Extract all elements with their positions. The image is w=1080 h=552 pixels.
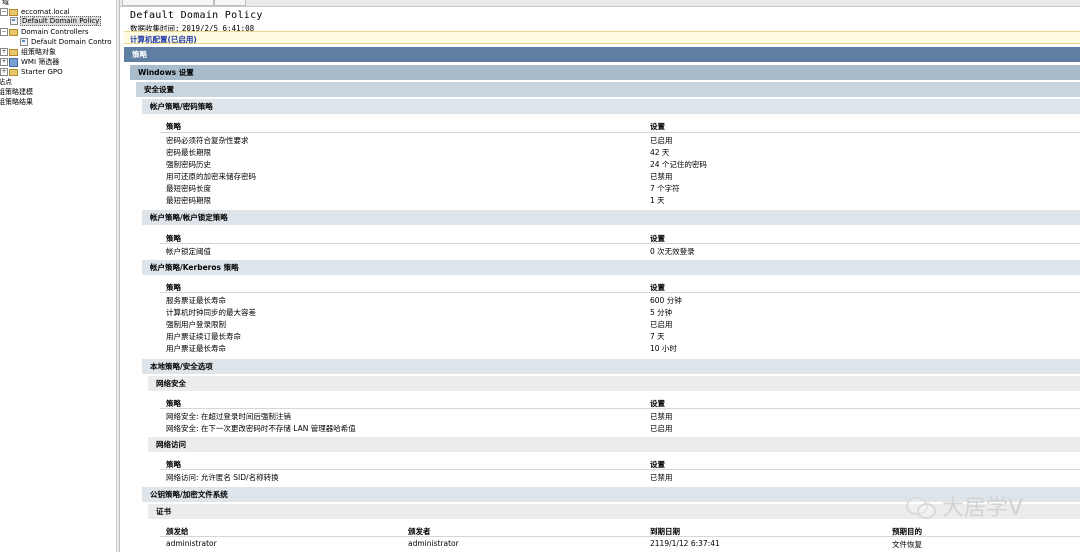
col-header-policy: 策略 [166, 122, 181, 131]
policy-setting: 已禁用 [650, 473, 673, 482]
section-windows-settings[interactable]: Windows 设置 [130, 65, 1080, 80]
policy-name: 网络访问: 允许匿名 SID/名称转换 [166, 473, 279, 482]
policy-name: 网络安全: 在超过登录时间后强制注销 [166, 412, 291, 421]
tree-item-label: 组策略对象 [21, 48, 56, 56]
gpo-link-icon [20, 38, 28, 46]
section-policies[interactable]: 策略 [124, 47, 1080, 62]
policy-setting: 已启用 [650, 320, 673, 329]
folder-icon [9, 68, 18, 76]
tree-item-label: 域 [2, 0, 9, 6]
section-label: 公钥策略/加密文件系统 [150, 490, 228, 499]
policy-setting: 已禁用 [650, 412, 673, 421]
section-network-security[interactable]: 网络安全 [148, 376, 1080, 391]
computer-config-header[interactable]: 计算机配置(已启用) [124, 31, 1080, 44]
watermark: 大居学V [904, 490, 1023, 522]
section-label: 证书 [156, 507, 171, 516]
policy-name: 强制用户登录限制 [166, 320, 226, 329]
tree-item-label: 组策略建模 [0, 88, 33, 96]
policy-setting: 5 分钟 [650, 308, 673, 317]
section-label: 网络访问 [156, 440, 186, 449]
wechat-icon [904, 493, 936, 519]
section-label: 安全设置 [144, 85, 174, 94]
policy-setting: 已启用 [650, 136, 673, 145]
tree-item-wmi-filters[interactable]: + WMI 筛选器 [0, 57, 60, 67]
expand-icon[interactable]: + [0, 68, 8, 76]
tree-item-modeling[interactable]: 组策略建模 [0, 87, 34, 97]
expand-icon[interactable]: + [0, 48, 8, 56]
section-label: 本地策略/安全选项 [150, 362, 213, 371]
cert-purpose: 文件恢复 [892, 540, 922, 549]
section-label: 帐户策略/Kerberos 策略 [150, 263, 239, 272]
tree-item-domain-controllers[interactable]: − Domain Controllers [0, 27, 89, 37]
policy-name: 用户票证续订最长寿命 [166, 332, 241, 341]
tree-item-label: WMI 筛选器 [21, 58, 60, 66]
col-header-setting: 设置 [650, 122, 665, 131]
section-label: 帐户策略/帐户锁定策略 [150, 213, 228, 222]
tree-item-domains[interactable]: 域 [1, 0, 10, 7]
tree-item-label: Default Domain Contro [31, 38, 112, 46]
policy-name: 服务票证最长寿命 [166, 296, 226, 305]
policy-name: 用可还原的加密来储存密码 [166, 172, 256, 181]
tree-item-label: Default Domain Policy [20, 16, 102, 26]
policy-setting: 42 天 [650, 148, 670, 157]
folder-icon [9, 48, 18, 56]
tree-item-gpo-objects[interactable]: + 组策略对象 [0, 47, 57, 57]
pane-splitter[interactable] [116, 0, 120, 552]
policy-name: 密码必须符合复杂性要求 [166, 136, 249, 145]
tree-item-starter-gpo[interactable]: + Starter GPO [0, 67, 64, 77]
settings-report: Default Domain Policy 数据收集时间: 2019/2/5 6… [124, 6, 1080, 552]
policy-setting: 10 小时 [650, 344, 677, 353]
policy-name: 帐户锁定阈值 [166, 247, 211, 256]
filter-icon [9, 57, 18, 67]
collapse-icon[interactable]: − [0, 8, 8, 16]
gpmc-window: 域 − eccomat.local Default Domain Policy … [0, 0, 1080, 552]
section-lockout-policy[interactable]: 帐户策略/帐户锁定策略 [142, 210, 1080, 225]
policy-setting: 已启用 [650, 424, 673, 433]
watermark-text: 大居学V [942, 496, 1024, 521]
policy-name: 最短密码期限 [166, 196, 211, 205]
tree-item-label: Domain Controllers [21, 28, 89, 36]
tree-item-label: Starter GPO [21, 68, 63, 76]
policy-name: 计算机时钟同步的最大容差 [166, 308, 256, 317]
policy-setting: 0 次无效登录 [650, 247, 695, 256]
policy-setting: 7 个字符 [650, 184, 680, 193]
section-security-settings[interactable]: 安全设置 [136, 82, 1080, 97]
policy-setting: 7 天 [650, 332, 665, 341]
policy-setting: 已禁用 [650, 172, 673, 181]
section-password-policy[interactable]: 帐户策略/密码策略 [142, 99, 1080, 114]
tree-item-default-domain-policy[interactable]: Default Domain Policy [10, 16, 102, 26]
policy-name: 网络安全: 在下一次更改密码时不存储 LAN 管理器哈希值 [166, 424, 356, 433]
policy-name: 强制密码历史 [166, 160, 211, 169]
computer-config-label: 计算机配置(已启用) [130, 35, 197, 44]
gpo-link-icon [10, 17, 18, 25]
section-label: 策略 [132, 50, 147, 59]
section-local-security-options[interactable]: 本地策略/安全选项 [142, 359, 1080, 374]
domain-icon [9, 8, 18, 16]
folder-icon [9, 28, 18, 36]
policy-setting: 24 个记住的密码 [650, 160, 707, 169]
tree-item-default-domain-controllers-policy[interactable]: Default Domain Contro [20, 37, 113, 47]
policy-setting: 600 分钟 [650, 296, 682, 305]
policy-name: 密码最长期限 [166, 148, 211, 157]
cert-expires: 2119/1/12 6:37:41 [650, 539, 720, 548]
policy-name: 最短密码长度 [166, 184, 211, 193]
section-kerberos-policy[interactable]: 帐户策略/Kerberos 策略 [142, 260, 1080, 275]
tree-item-results[interactable]: 组策略结果 [0, 97, 34, 107]
collapse-icon[interactable]: − [0, 28, 8, 36]
console-tree[interactable]: 域 − eccomat.local Default Domain Policy … [0, 0, 116, 552]
expand-icon[interactable]: + [0, 58, 8, 66]
cert-issued-to: administrator [166, 539, 217, 548]
report-title: Default Domain Policy [130, 10, 263, 21]
policy-name: 用户票证最长寿命 [166, 344, 226, 353]
cert-issuer: administrator [408, 539, 459, 548]
tree-item-label: 站点 [0, 78, 12, 86]
tree-item-sites[interactable]: 站点 [0, 77, 13, 87]
section-network-access[interactable]: 网络访问 [148, 437, 1080, 452]
section-label: 帐户策略/密码策略 [150, 102, 213, 111]
tree-item-label: 组策略结果 [0, 98, 33, 106]
section-label: 网络安全 [156, 379, 186, 388]
section-label: Windows 设置 [138, 68, 194, 77]
policy-setting: 1 天 [650, 196, 665, 205]
